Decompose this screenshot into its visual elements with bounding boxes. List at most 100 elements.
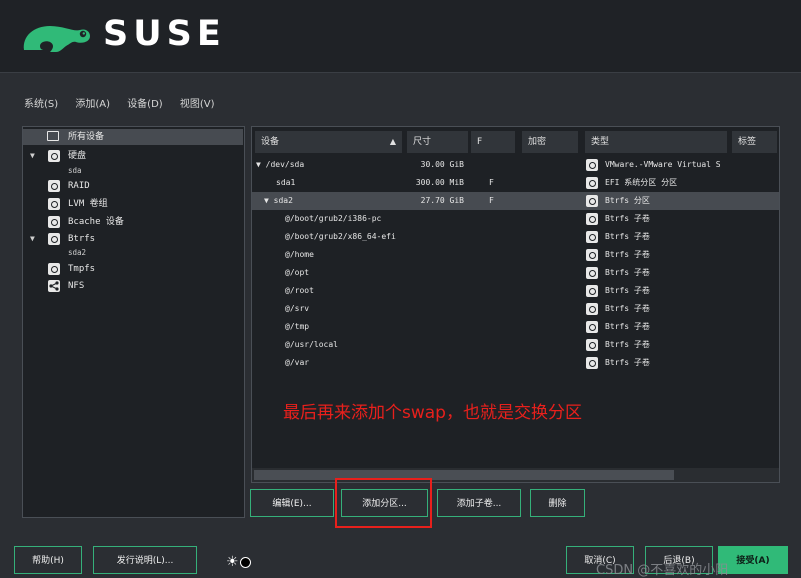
menu-add[interactable]: 添加(A) [75,99,110,110]
column-header-size[interactable]: 尺寸 [407,131,468,153]
device-tree[interactable]: 所有设备 ▼ 硬盘 sda RAID LVM 卷组 Bcache 设备 ▼ Bt… [22,126,245,518]
device-name-cell: sda1 [276,178,296,187]
disk-icon [586,267,598,279]
delete-button[interactable]: 删除 [530,489,585,517]
table-row[interactable]: @/tmp Btrfs 子卷 [252,318,779,336]
raid-icon [48,180,60,192]
edit-button[interactable]: 编辑(E)... [250,489,334,517]
type-cell: Btrfs 分区 [605,196,650,205]
type-cell: Btrfs 子卷 [605,232,650,241]
size-cell: 30.00 GiB [420,160,464,169]
table-row[interactable]: ▼ sda2 27.70 GiB F Btrfs 分区 [252,192,779,210]
tree-item-all-devices[interactable]: 所有设备 [23,129,243,145]
disk-icon [586,195,598,207]
tree-item-sda[interactable]: sda [23,163,243,179]
tree-item-bcache[interactable]: Bcache 设备 [23,214,243,230]
disk-icon [586,213,598,225]
tree-item-raid[interactable]: RAID [23,178,243,194]
column-header-type[interactable]: 类型 [585,131,727,153]
menu-bar: 系统(S) 添加(A) 设备(D) 视图(V) [24,95,229,110]
table-row[interactable]: @/opt Btrfs 子卷 [252,264,779,282]
add-subvolume-button[interactable]: 添加子卷... [437,489,521,517]
type-cell: VMware.-VMware Virtual S [605,160,721,169]
column-header-encrypted[interactable]: 加密 [522,131,578,153]
size-cell: 300.00 MiB [415,178,464,187]
header-bar: SUSE [0,0,801,73]
device-name-cell: @/boot/grub2/i386-pc [285,214,382,223]
size-cell: 27.70 GiB [420,196,464,205]
type-cell: Btrfs 子卷 [605,340,650,349]
disk-icon [586,339,598,351]
table-row[interactable]: @/var Btrfs 子卷 [252,354,779,372]
table-row[interactable]: @/usr/local Btrfs 子卷 [252,336,779,354]
column-header-f[interactable]: F [471,131,515,153]
tree-item-hard-disks[interactable]: ▼ 硬盘 [23,148,243,164]
theme-toggle-icon[interactable]: ☀ [226,554,252,570]
tree-item-sda2[interactable]: sda2 [23,245,243,261]
column-header-label[interactable]: 标签 [732,131,777,153]
tmpfs-icon [48,263,60,275]
scrollbar-thumb[interactable] [254,470,674,480]
sort-up-icon: ▲ [389,137,396,146]
device-name-cell: @/root [285,286,314,295]
disk-icon [48,150,60,162]
disk-icon [586,177,598,189]
table-row[interactable]: ▼ /dev/sda 30.00 GiB VMware.-VMware Virtua… [252,156,779,174]
table-row[interactable]: @/srv Btrfs 子卷 [252,300,779,318]
device-name-cell: @/tmp [285,322,310,331]
type-cell: EFI 系统分区 分区 [605,178,678,187]
table-row[interactable]: sda1 300.00 MiB F EFI 系统分区 分区 [252,174,779,192]
monitor-icon [47,131,59,141]
annotation-highlight-box [335,478,432,528]
device-table[interactable]: 设备 ▲ 尺寸 F 加密 类型 标签 ▼ /dev/sda 30.00 GiB VM… [251,126,780,483]
disk-icon [586,159,598,171]
bcache-icon [48,216,60,228]
device-name-cell: @/opt [285,268,310,277]
tree-item-nfs[interactable]: NFS [23,278,243,294]
watermark-text: CSDN @不喜欢的小阳 [596,563,729,578]
type-cell: Btrfs 子卷 [605,286,650,295]
menu-devices[interactable]: 设备(D) [127,99,163,110]
device-name-cell: @/srv [285,304,310,313]
table-row[interactable]: @/boot/grub2/i386-pc Btrfs 子卷 [252,210,779,228]
release-notes-button[interactable]: 发行说明(L)... [93,546,197,574]
btrfs-icon [48,233,60,245]
type-cell: Btrfs 子卷 [605,358,650,367]
device-name-cell: @/boot/grub2/x86_64-efi [285,232,396,241]
accept-button[interactable]: 接受(A) [718,546,788,574]
type-cell: Btrfs 子卷 [605,250,650,259]
disk-icon [586,321,598,333]
annotation-text: 最后再来添加个swap，也就是交换分区 [283,403,582,423]
type-cell: Btrfs 子卷 [605,214,650,223]
device-name-cell: @/home [285,250,314,259]
device-name-cell: ▼ sda2 [264,196,293,205]
tree-item-tmpfs[interactable]: Tmpfs [23,261,243,277]
suse-chameleon-logo [23,26,91,52]
f-cell: F [489,178,494,187]
type-cell: Btrfs 子卷 [605,304,650,313]
device-name-cell: @/var [285,358,310,367]
column-header-device[interactable]: 设备 ▲ [255,131,402,153]
disk-icon [586,357,598,369]
table-row[interactable]: @/boot/grub2/x86_64-efi Btrfs 子卷 [252,228,779,246]
f-cell: F [489,196,494,205]
disk-icon [586,285,598,297]
table-row[interactable]: @/root Btrfs 子卷 [252,282,779,300]
table-header: 设备 ▲ 尺寸 F 加密 类型 标签 [255,131,777,153]
horizontal-scrollbar[interactable] [252,468,779,482]
share-icon [48,280,60,292]
help-button[interactable]: 帮助(H) [14,546,82,574]
type-cell: Btrfs 子卷 [605,322,650,331]
device-name-cell: @/usr/local [285,340,338,349]
type-cell: Btrfs 子卷 [605,268,650,277]
collapse-arrow-icon[interactable]: ▼ [30,148,35,164]
device-name-cell: ▼ /dev/sda [256,160,305,169]
tree-item-lvm[interactable]: LVM 卷组 [23,196,243,212]
lvm-icon [48,198,60,210]
disk-icon [586,303,598,315]
menu-system[interactable]: 系统(S) [24,99,58,110]
disk-icon [586,231,598,243]
brand-name: SUSE [103,14,226,54]
menu-view[interactable]: 视图(V) [180,99,215,110]
table-row[interactable]: @/home Btrfs 子卷 [252,246,779,264]
